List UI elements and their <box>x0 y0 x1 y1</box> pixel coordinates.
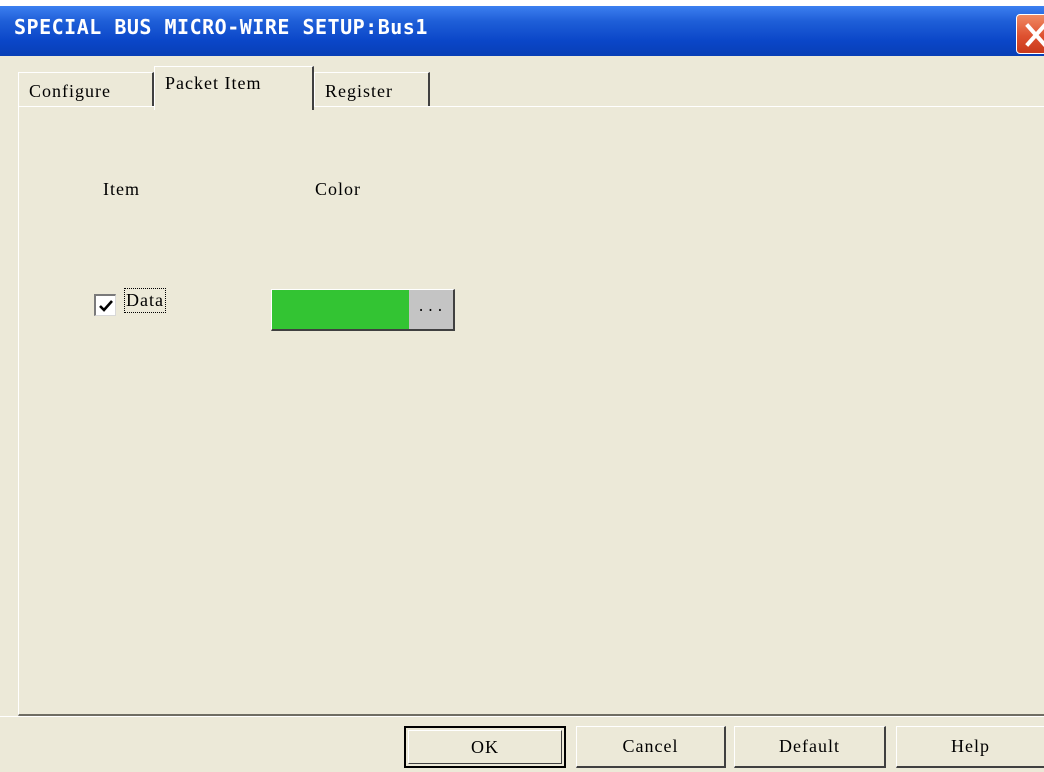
default-button[interactable]: Default <box>734 726 886 768</box>
data-checkbox[interactable] <box>94 294 116 316</box>
tab-packet-item[interactable]: Packet Item <box>154 66 314 110</box>
color-picker-button[interactable]: ... <box>409 290 453 329</box>
packet-item-panel: Item Color Data ... <box>18 106 1044 716</box>
checkmark-icon <box>99 300 113 312</box>
ok-button-label: OK <box>408 730 562 764</box>
window-title: SPECIAL BUS MICRO-WIRE SETUP:Bus1 <box>14 15 428 39</box>
tab-register[interactable]: Register <box>314 72 430 108</box>
help-button[interactable]: Help <box>896 726 1044 768</box>
data-checkbox-label[interactable]: Data <box>124 288 166 313</box>
ok-button[interactable]: OK <box>404 726 566 768</box>
close-icon <box>1025 23 1044 47</box>
item-column-header: Item <box>103 179 140 199</box>
color-swatch[interactable] <box>272 290 409 329</box>
color-column-header: Color <box>315 179 362 199</box>
dialog-window: SPECIAL BUS MICRO-WIRE SETUP:Bus1 Config… <box>0 0 1044 772</box>
title-bar[interactable]: SPECIAL BUS MICRO-WIRE SETUP:Bus1 <box>0 6 1044 56</box>
tab-configure[interactable]: Configure <box>18 72 154 108</box>
separator <box>0 716 1044 717</box>
cancel-button[interactable]: Cancel <box>576 726 726 768</box>
data-color-picker[interactable]: ... <box>271 289 455 331</box>
close-button[interactable] <box>1016 14 1044 54</box>
tab-row: Configure Packet Item Register <box>0 56 1044 110</box>
